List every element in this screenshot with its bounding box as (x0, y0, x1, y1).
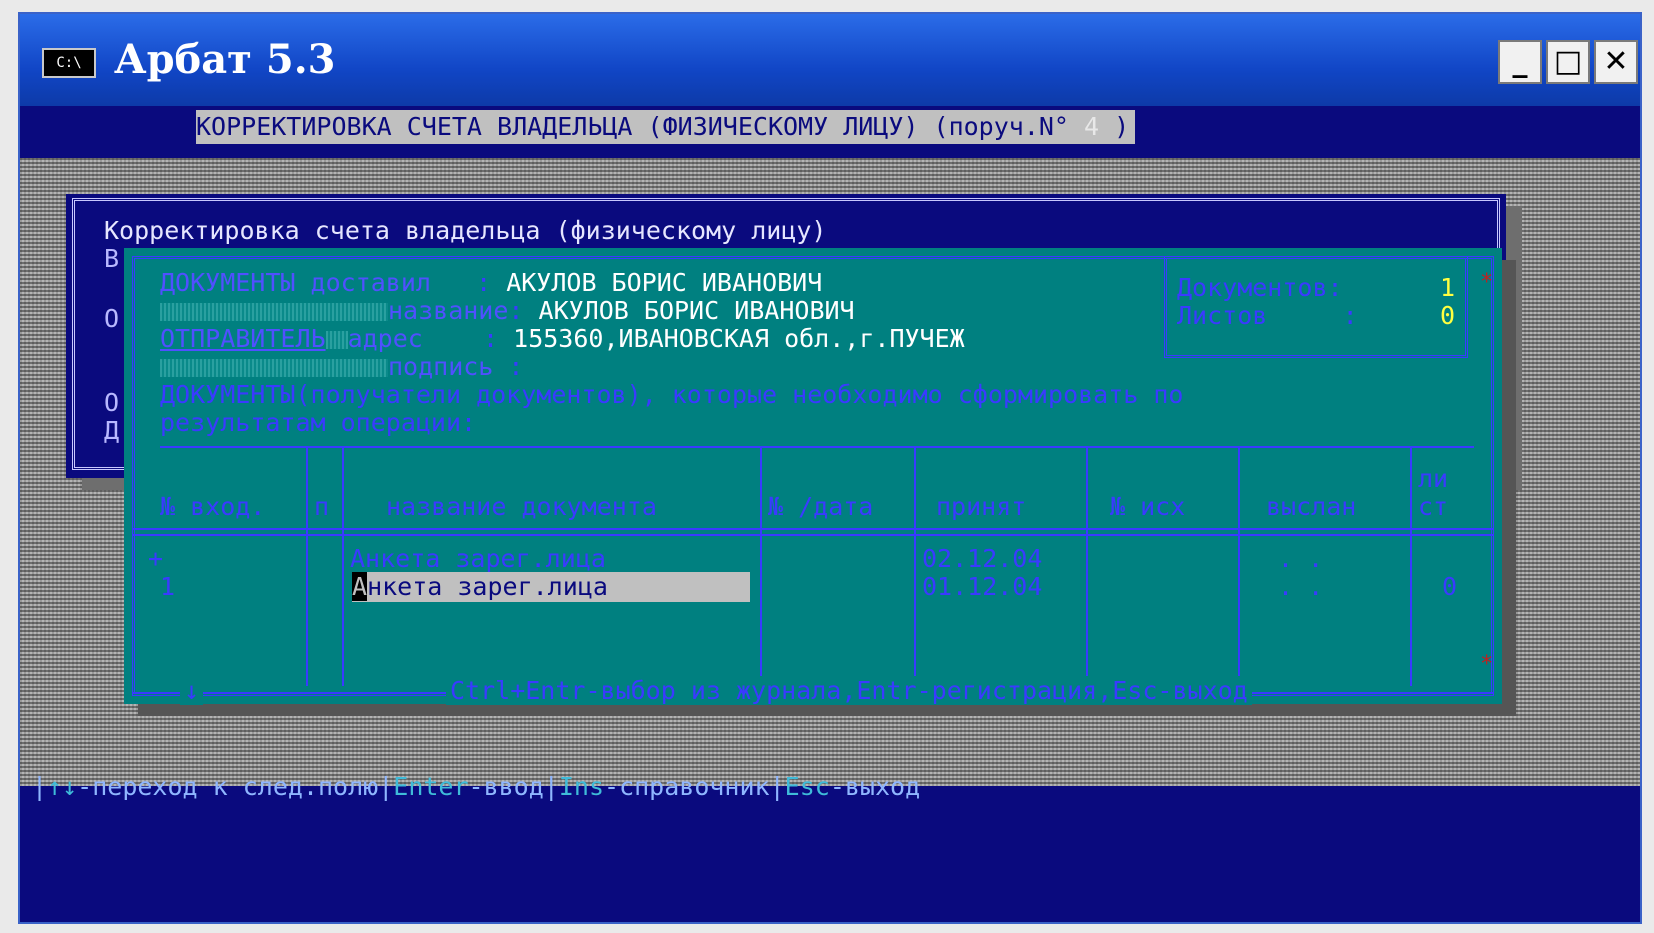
address-row: ОТПРАВИТЕЛЬ адрес : 155360,ИВАНОВСКАЯ обл… (160, 324, 965, 353)
table-row-doc-name-selected[interactable]: Анкета зарег.лица (352, 572, 608, 601)
delivered-row: ДОКУМЕНТЫ доставил : АКУЛОВ БОРИС ИВАНОВ… (160, 268, 823, 297)
minimize-button[interactable]: _ (1498, 40, 1542, 84)
arrows-key[interactable]: ↑↓ (47, 772, 77, 801)
sheets-count-label: Листов : (1177, 301, 1358, 330)
delivered-field[interactable]: АКУЛОВ БОРИС ИВАНОВИЧ (506, 268, 822, 297)
column-header-num-in: № вход. (160, 492, 266, 521)
column-divider (1086, 448, 1088, 686)
ins-hint: -справочник (604, 772, 770, 801)
name-row: название: АКУЛОВ БОРИС ИВАНОВИЧ (160, 296, 855, 325)
address-label: адрес (347, 324, 423, 353)
enter-key[interactable]: Enter (393, 772, 468, 801)
column-divider (306, 448, 308, 686)
info-line-1: ДОКУМЕНТЫ(получатели документов), которы… (160, 380, 1184, 409)
table-row-sheets[interactable]: 0 (1442, 572, 1457, 601)
header-separator (132, 528, 1494, 530)
column-header-p: п (314, 492, 330, 521)
header-separator (132, 534, 1494, 536)
dialog-hotkeys: Ctrl+Entr-выбор из журнала,Entr-регистра… (446, 676, 1252, 705)
column-header-doc-name: название документа (386, 492, 657, 521)
scroll-marker-icon: * (1480, 270, 1494, 295)
column-header-sheets: ли (1418, 464, 1449, 493)
separator-line (160, 446, 1474, 448)
hidden-field-label: Д (104, 416, 120, 445)
doc-name-text: нкета зарег.лица (367, 572, 608, 601)
status-bar: |↑↓-переход к след.полю|Enter-ввод|Ins-с… (32, 772, 921, 801)
documents-count-value: 1 (1439, 273, 1455, 302)
shade-fill (160, 303, 388, 321)
dialog-title: Корректировка счета владельца (физическо… (104, 216, 827, 245)
address-field[interactable]: 155360,ИВАНОВСКАЯ обл.,г.ПУЧЕЖ (513, 324, 965, 353)
table-row-sent[interactable]: . . (1278, 544, 1323, 573)
hidden-field-label: О (104, 304, 120, 333)
scroll-down-icon[interactable]: ↓ (180, 676, 204, 705)
screen-header: КОРРЕКТИРОВКА СЧЕТА ВЛАДЕЛЬЦА (ФИЗИЧЕСКО… (196, 110, 1136, 144)
table-row-accepted[interactable]: 02.12.04 (922, 544, 1042, 573)
column-divider (914, 448, 916, 686)
column-header-sent: выслан (1266, 492, 1357, 521)
table-row-doc-name[interactable]: Анкета зарег.лица (350, 544, 606, 573)
shade-fill (160, 359, 388, 377)
delivered-label: ДОКУМЕНТЫ доставил (160, 268, 431, 297)
row-number: 1 (160, 572, 176, 601)
console-window: C:\ Арбат 5.3 _ □ ✕ КОРРЕКТИРОВКА СЧЕТА … (18, 12, 1642, 924)
esc-key[interactable]: Esc (785, 772, 830, 801)
column-divider (342, 448, 344, 686)
column-header-num-date: № /дата (768, 492, 874, 521)
column-header-num-out: № исх (1110, 492, 1186, 521)
screen-header-text: КОРРЕКТИРОВКА СЧЕТА ВЛАДЕЛЬЦА (ФИЗИЧЕСКО… (196, 112, 1069, 141)
console-app-icon[interactable]: C:\ (42, 48, 96, 78)
title-bar[interactable]: C:\ Арбат 5.3 _ □ ✕ (20, 14, 1640, 106)
scroll-marker-icon: * (1480, 652, 1494, 677)
document-counts-box: Документов: 1 Листов : 0 (1164, 256, 1468, 358)
documents-dialog: ДОКУМЕНТЫ доставил : АКУЛОВ БОРИС ИВАНОВ… (124, 248, 1502, 705)
table-row-accepted[interactable]: 01.12.04 (922, 572, 1042, 601)
shade-fill (325, 331, 348, 349)
hidden-field-label: В (104, 244, 120, 273)
arrows-hint: -переход к след.полю (77, 772, 379, 801)
documents-count-label: Документов: (1177, 273, 1343, 302)
column-divider (760, 448, 762, 686)
ins-key[interactable]: Ins (559, 772, 604, 801)
column-divider (1410, 448, 1412, 686)
column-header-sheets: ст (1418, 492, 1449, 521)
enter-hint: -ввод (468, 772, 544, 801)
table-row-sent[interactable]: . . (1278, 572, 1323, 601)
close-button[interactable]: ✕ (1594, 40, 1638, 84)
signature-row: подпись : (160, 352, 523, 381)
column-header-accepted: принят (936, 492, 1027, 521)
hidden-field-label: О (104, 388, 120, 417)
order-number: 4 (1084, 112, 1100, 141)
maximize-button[interactable]: □ (1546, 40, 1590, 84)
sheets-count-value: 0 (1439, 301, 1455, 330)
esc-hint: -выход (829, 772, 921, 801)
sender-label: ОТПРАВИТЕЛЬ (160, 324, 326, 353)
column-divider (1238, 448, 1240, 686)
console-area: КОРРЕКТИРОВКА СЧЕТА ВЛАДЕЛЬЦА (ФИЗИЧЕСКО… (20, 106, 1640, 922)
name-label: название (388, 296, 509, 325)
text-cursor: А (352, 572, 368, 601)
info-line-2: результатам операции: (160, 408, 477, 437)
window-title: Арбат 5.3 (114, 36, 336, 83)
screen-header-close: ) (1099, 112, 1130, 141)
row-marker: + (148, 544, 164, 573)
name-field[interactable]: АКУЛОВ БОРИС ИВАНОВИЧ (539, 296, 855, 325)
signature-label: подпись (388, 352, 494, 381)
